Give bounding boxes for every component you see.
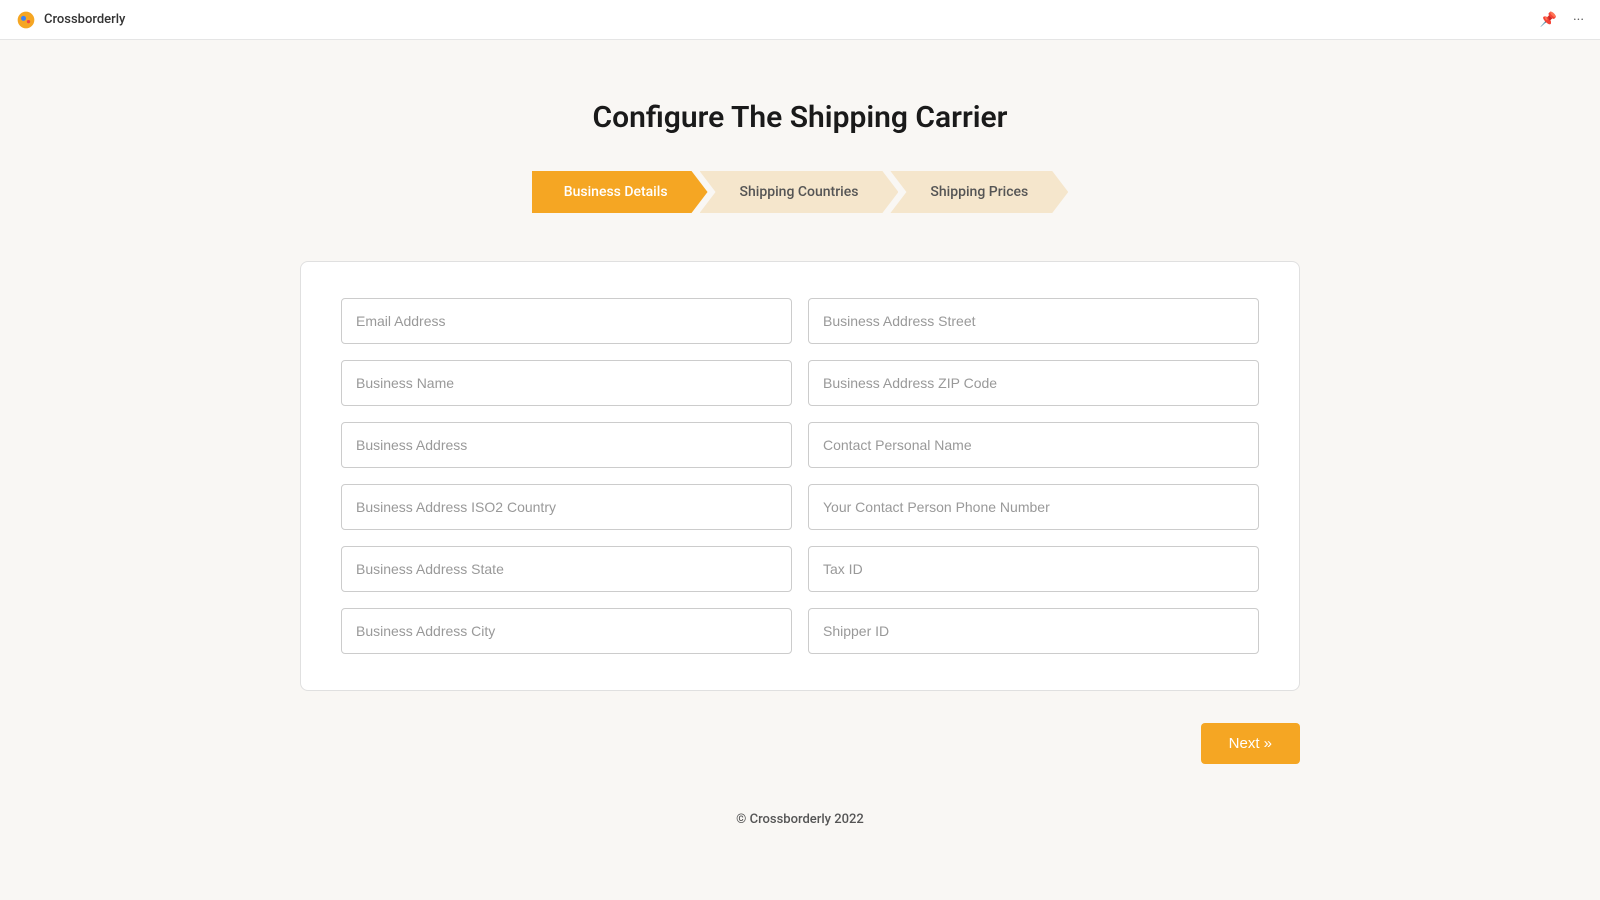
business-address-city-input[interactable] xyxy=(341,608,792,654)
topbar-left: Crossborderly xyxy=(16,10,125,30)
topbar-right: 📌 ··· xyxy=(1540,12,1584,28)
shipper-id-input[interactable] xyxy=(808,608,1259,654)
footer-text: © Crossborderly 2022 xyxy=(736,812,864,827)
business-address-zip-input[interactable] xyxy=(808,360,1259,406)
form-card xyxy=(300,261,1300,691)
business-address-input[interactable] xyxy=(341,422,792,468)
step-shipping-prices[interactable]: Shipping Prices xyxy=(890,171,1068,213)
topbar: Crossborderly 📌 ··· xyxy=(0,0,1600,40)
step-shipping-prices-label: Shipping Prices xyxy=(930,184,1028,200)
step-business-details-label: Business Details xyxy=(564,184,668,200)
email-address-input[interactable] xyxy=(341,298,792,344)
contact-personal-name-input[interactable] xyxy=(808,422,1259,468)
step-business-details[interactable]: Business Details xyxy=(532,171,708,213)
business-address-street-input[interactable] xyxy=(808,298,1259,344)
app-name: Crossborderly xyxy=(44,12,125,27)
app-logo-icon xyxy=(16,10,36,30)
business-address-iso2-input[interactable] xyxy=(341,484,792,530)
page-title: Configure The Shipping Carrier xyxy=(593,100,1008,135)
main-content: Configure The Shipping Carrier Business … xyxy=(0,40,1600,867)
next-button[interactable]: Next » xyxy=(1201,723,1300,764)
form-grid xyxy=(341,298,1259,654)
footer: © Crossborderly 2022 xyxy=(736,812,864,827)
business-name-input[interactable] xyxy=(341,360,792,406)
tax-id-input[interactable] xyxy=(808,546,1259,592)
business-address-state-input[interactable] xyxy=(341,546,792,592)
more-icon[interactable]: ··· xyxy=(1573,12,1584,28)
button-row: Next » xyxy=(300,723,1300,764)
step-shipping-countries-label: Shipping Countries xyxy=(740,184,859,200)
stepper: Business Details Shipping Countries Ship… xyxy=(532,171,1068,213)
pin-icon[interactable]: 📌 xyxy=(1540,12,1557,28)
step-shipping-countries[interactable]: Shipping Countries xyxy=(700,171,899,213)
contact-phone-input[interactable] xyxy=(808,484,1259,530)
